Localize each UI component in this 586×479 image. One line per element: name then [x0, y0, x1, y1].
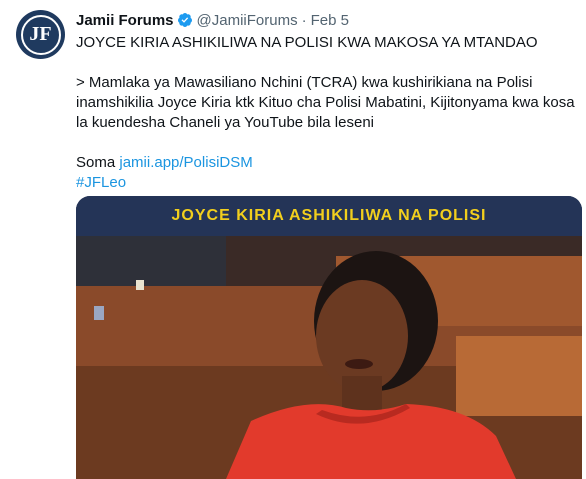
media-banner: JOYCE KIRIA ASHIKILIWA NA POLISI: [76, 196, 582, 236]
separator-dot: ·: [301, 11, 307, 29]
tweet-headline: JOYCE KIRIA ASHIKILIWA NA POLISI KWA MAK…: [76, 34, 538, 51]
tweet-media[interactable]: JOYCE KIRIA ASHIKILIWA NA POLISI: [76, 196, 582, 479]
hashtag-link[interactable]: #JFLeo: [76, 174, 126, 191]
avatar[interactable]: JF: [16, 10, 65, 59]
author-handle[interactable]: @JamiiForums: [197, 12, 298, 29]
author-name[interactable]: Jamii Forums: [76, 12, 174, 29]
tweet-header: Jamii Forums @JamiiForums · Feb 5: [76, 10, 349, 30]
verified-badge-icon: [177, 13, 192, 27]
tweet-text: JOYCE KIRIA ASHIKILIWA NA POLISI KWA MAK…: [76, 33, 581, 193]
avatar-logo: JF: [20, 14, 61, 55]
soma-label: Soma: [76, 154, 116, 171]
tweet-link[interactable]: jamii.app/PolisiDSM: [119, 154, 252, 171]
avatar-letters: JF: [29, 23, 52, 45]
tweet-date[interactable]: Feb 5: [311, 12, 349, 29]
photo-illustration: [76, 236, 582, 479]
tweet[interactable]: JF Jamii Forums @JamiiForums · Feb 5 JOY…: [0, 0, 586, 479]
media-photo: [76, 236, 582, 479]
tweet-body: > Mamlaka ya Mawasiliano Nchini (TCRA) k…: [76, 74, 575, 131]
banner-text: JOYCE KIRIA ASHIKILIWA NA POLISI: [171, 207, 487, 224]
